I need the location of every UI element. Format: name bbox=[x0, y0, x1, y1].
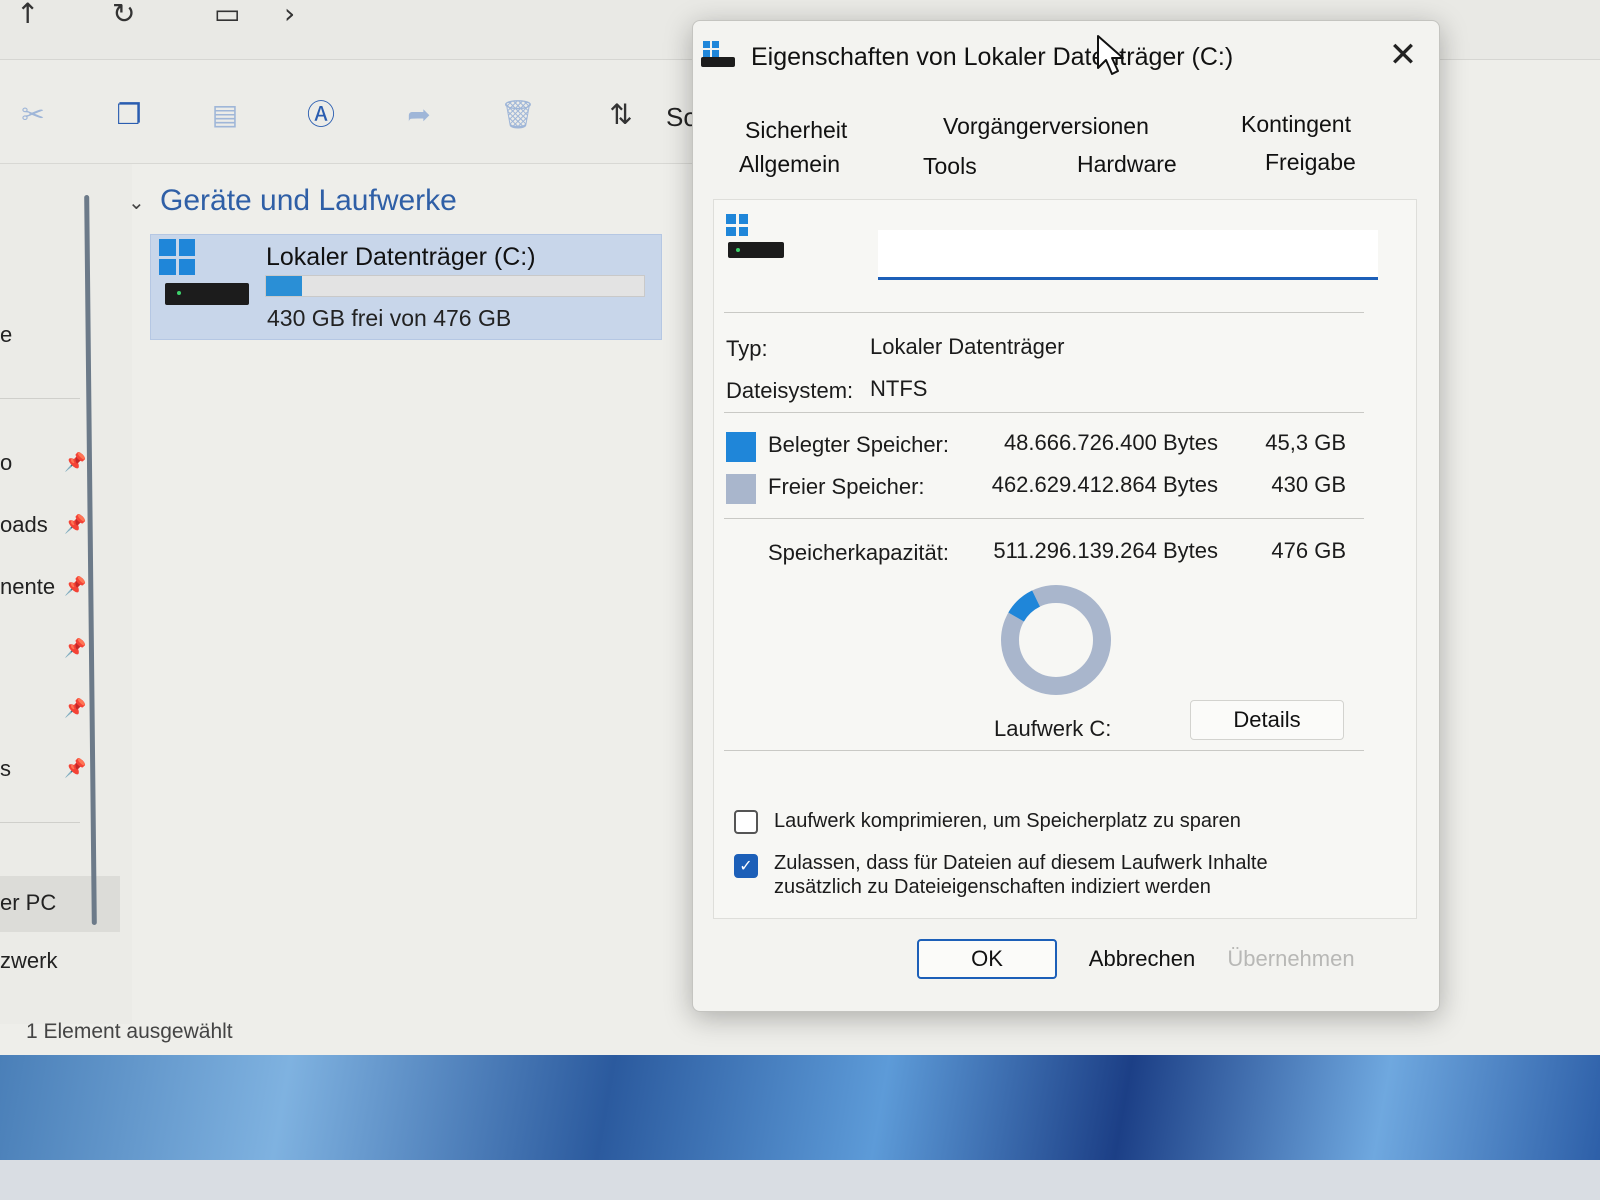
sort-icon[interactable]: ⇅ bbox=[604, 98, 638, 132]
status-bar-text: 1 Element ausgewählt bbox=[26, 1020, 233, 1043]
share-icon[interactable]: ➦ bbox=[402, 98, 436, 132]
pin-icon: 📌 bbox=[64, 638, 87, 659]
divider bbox=[724, 750, 1364, 751]
windows-logo-icon bbox=[726, 214, 748, 236]
filesystem-label: Dateisystem: bbox=[726, 378, 854, 403]
divider bbox=[724, 312, 1364, 313]
used-space-bytes: 48.666.726.400 Bytes bbox=[1003, 430, 1218, 455]
up-arrow-icon[interactable]: ↑ bbox=[16, 0, 39, 28]
tab-quota[interactable]: Kontingent bbox=[1241, 111, 1351, 138]
devices-section-header[interactable]: Geräte und Laufwerke bbox=[160, 184, 457, 218]
drive-tile-free-space: 430 GB frei von 476 GB bbox=[267, 305, 512, 331]
free-space-bytes: 462.629.412.864 Bytes bbox=[991, 472, 1218, 497]
refresh-icon[interactable]: ↻ bbox=[112, 0, 135, 28]
nav-divider bbox=[0, 822, 80, 823]
windows-logo-icon bbox=[159, 239, 195, 275]
capacity-label: Speicherkapazität: bbox=[768, 540, 949, 565]
compress-drive-label[interactable]: Laufwerk komprimieren, um Speicherplatz … bbox=[774, 810, 1241, 833]
drive-name-input[interactable] bbox=[878, 230, 1378, 280]
pin-icon: 📌 bbox=[64, 698, 87, 719]
nav-item-network[interactable]: zwerk bbox=[0, 948, 57, 974]
mouse-cursor-icon bbox=[1097, 35, 1124, 75]
capacity-size: 476 GB bbox=[1271, 538, 1346, 563]
drive-properties-dialog: Eigenschaften von Lokaler Datenträger (C… bbox=[692, 20, 1440, 1012]
nav-item-downloads[interactable]: oads bbox=[0, 512, 48, 538]
type-value: Lokaler Datenträger bbox=[870, 334, 1065, 359]
index-contents-label-line2[interactable]: zusätzlich zu Dateieigenschaften indizie… bbox=[774, 876, 1211, 899]
nav-item-this-pc[interactable]: er PC bbox=[0, 890, 56, 916]
index-contents-label-line1[interactable]: Zulassen, dass für Dateien auf diesem La… bbox=[774, 852, 1268, 875]
nav-item-1[interactable]: e bbox=[0, 322, 12, 348]
tab-previous-versions[interactable]: Vorgängerversionen bbox=[943, 113, 1149, 140]
compress-drive-checkbox[interactable] bbox=[734, 810, 758, 834]
divider bbox=[724, 518, 1364, 519]
pin-icon: 📌 bbox=[64, 452, 87, 473]
tab-general[interactable]: Allgemein bbox=[739, 151, 840, 178]
type-label: Typ: bbox=[726, 336, 768, 361]
index-contents-checkbox[interactable]: ✓ bbox=[734, 854, 758, 878]
drive-tile-name: Lokaler Datenträger (C:) bbox=[266, 243, 536, 271]
explorer-command-bar: ✂ ❐ ▤ Ⓐ ➦ 🗑 ⇅ So bbox=[0, 60, 700, 164]
dialog-title: Eigenschaften von Lokaler Datenträger (C… bbox=[751, 43, 1234, 71]
drive-label: Laufwerk C: bbox=[994, 716, 1112, 741]
checkmark-icon: ✓ bbox=[739, 856, 753, 875]
divider bbox=[724, 412, 1364, 413]
computer-icon[interactable]: ▭ bbox=[214, 0, 240, 28]
nav-item-5[interactable]: s bbox=[0, 756, 11, 782]
hard-drive-icon bbox=[701, 57, 735, 67]
hard-drive-icon bbox=[165, 283, 249, 305]
drive-c-tile[interactable]: Lokaler Datenträger (C:) 430 GB frei von… bbox=[150, 234, 662, 340]
chevron-down-icon[interactable]: ⌄ bbox=[128, 190, 145, 214]
tab-tools[interactable]: Tools bbox=[923, 153, 977, 180]
rename-icon[interactable]: Ⓐ bbox=[304, 98, 338, 132]
pin-icon: 📌 bbox=[64, 514, 87, 535]
filesystem-value: NTFS bbox=[870, 376, 928, 401]
hard-drive-icon bbox=[728, 242, 784, 258]
used-space-label: Belegter Speicher: bbox=[768, 432, 949, 457]
desktop-wallpaper bbox=[0, 1055, 1600, 1160]
details-button[interactable]: Details bbox=[1190, 700, 1344, 740]
drive-usage-bar-fill bbox=[266, 276, 302, 296]
free-space-size: 430 GB bbox=[1271, 472, 1346, 497]
delete-icon[interactable]: 🗑 bbox=[500, 98, 536, 132]
nav-divider bbox=[0, 398, 80, 399]
ok-button[interactable]: OK bbox=[917, 939, 1057, 979]
paste-icon[interactable]: ▤ bbox=[208, 98, 242, 132]
cut-icon[interactable]: ✂ bbox=[16, 98, 50, 132]
disk-usage-donut-chart bbox=[1001, 585, 1111, 695]
close-icon[interactable]: ✕ bbox=[1381, 33, 1425, 77]
nav-item-2[interactable]: o bbox=[0, 450, 12, 476]
copy-icon[interactable]: ❐ bbox=[112, 98, 146, 132]
capacity-bytes: 511.296.139.264 Bytes bbox=[993, 538, 1218, 563]
used-space-size: 45,3 GB bbox=[1265, 430, 1346, 455]
dialog-titlebar[interactable]: Eigenschaften von Lokaler Datenträger (C… bbox=[693, 21, 1439, 91]
chevron-right-icon[interactable]: › bbox=[284, 0, 295, 28]
windows-logo-icon bbox=[703, 41, 719, 57]
tab-hardware[interactable]: Hardware bbox=[1077, 151, 1177, 178]
pin-icon: 📌 bbox=[64, 576, 87, 597]
taskbar bbox=[0, 1160, 1600, 1200]
apply-button[interactable]: Übernehmen bbox=[1221, 939, 1361, 979]
nav-item-documents[interactable]: nente bbox=[0, 574, 55, 600]
used-space-color-swatch bbox=[726, 432, 756, 462]
free-space-label: Freier Speicher: bbox=[768, 474, 925, 499]
drive-usage-bar bbox=[265, 275, 645, 297]
free-space-color-swatch bbox=[726, 474, 756, 504]
general-tab-panel: Typ: Lokaler Datenträger Dateisystem: NT… bbox=[713, 199, 1417, 919]
tab-sharing[interactable]: Freigabe bbox=[1265, 149, 1356, 176]
pin-icon: 📌 bbox=[64, 758, 87, 779]
cancel-button[interactable]: Abbrechen bbox=[1077, 939, 1207, 979]
tab-security[interactable]: Sicherheit bbox=[745, 117, 847, 144]
